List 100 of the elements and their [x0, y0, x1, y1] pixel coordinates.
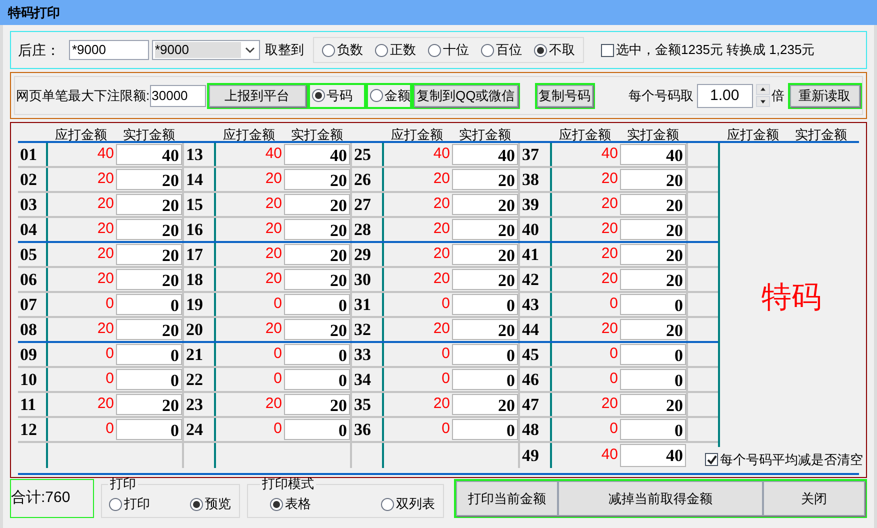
checkbox[interactable]: 选中，金额1235元 转换成 1,235元: [601, 40, 815, 60]
amount-input[interactable]: 20: [452, 319, 518, 340]
amount-input[interactable]: 20: [116, 394, 182, 415]
radio-button[interactable]: 表格: [270, 494, 311, 514]
multiplier-label: 每个号码取: [628, 86, 694, 105]
amount-input[interactable]: 20: [620, 169, 686, 190]
banker-select[interactable]: *9000: [152, 40, 260, 60]
amount-input[interactable]: 0: [620, 369, 686, 390]
amount-input[interactable]: 20: [116, 169, 182, 190]
amount-input[interactable]: 0: [452, 369, 518, 390]
copy-button[interactable]: 复制到QQ或微信: [414, 84, 518, 106]
number-label: 27: [354, 194, 371, 216]
amount-input[interactable]: 0: [116, 419, 182, 440]
amount-input[interactable]: 40: [452, 144, 518, 165]
number-label: 36: [354, 418, 371, 441]
amount-input[interactable]: 20: [284, 244, 350, 265]
radio-button[interactable]: 打印: [109, 494, 150, 514]
action-button[interactable]: 打印当前金额: [456, 481, 558, 516]
amount-input[interactable]: 20: [620, 194, 686, 215]
radio-button[interactable]: 双列表: [381, 494, 435, 514]
number-label: 08: [20, 318, 37, 341]
total-label: 合计:760: [11, 488, 70, 508]
due-amount: 0: [610, 344, 618, 364]
amount-input[interactable]: 0: [620, 419, 686, 440]
radio-button[interactable]: 正数: [375, 40, 416, 60]
amount-input[interactable]: 20: [452, 169, 518, 190]
amount-input[interactable]: 20: [620, 319, 686, 340]
amount-input[interactable]: 0: [116, 294, 182, 315]
number-label: 17: [186, 244, 203, 266]
report-button[interactable]: 上报到平台: [208, 84, 306, 106]
amount-input[interactable]: 20: [452, 244, 518, 265]
amount-input[interactable]: 0: [620, 294, 686, 315]
amount-input[interactable]: 0: [284, 419, 350, 440]
copy-numbers-button[interactable]: 复制号码: [536, 84, 593, 106]
limit-input[interactable]: 30000: [150, 84, 206, 106]
due-amount: 20: [433, 394, 450, 414]
radio-button[interactable]: 百位: [481, 40, 522, 60]
amount-input[interactable]: 20: [284, 269, 350, 290]
amount-input[interactable]: 0: [620, 344, 686, 365]
amount-input[interactable]: 20: [620, 244, 686, 265]
due-amount: 0: [274, 344, 282, 364]
column-header: 实打金额: [290, 126, 344, 141]
spinner[interactable]: [756, 84, 770, 107]
amount-input[interactable]: 40: [284, 144, 350, 165]
number-label: 33: [354, 344, 371, 366]
due-amount: 20: [433, 219, 450, 240]
amount-input[interactable]: 40: [620, 144, 686, 165]
amount-input[interactable]: 20: [452, 194, 518, 215]
amount-input[interactable]: 20: [284, 219, 350, 240]
limit-label: 网页单笔最大下注限额:: [16, 86, 150, 105]
amount-input[interactable]: 20: [620, 394, 686, 415]
amount-input[interactable]: 0: [116, 369, 182, 390]
due-amount: 20: [433, 319, 450, 340]
amount-input[interactable]: 0: [452, 344, 518, 365]
due-amount: 0: [106, 294, 114, 314]
amount-input[interactable]: 0: [452, 294, 518, 315]
amount-input[interactable]: 40: [620, 444, 686, 467]
checkbox[interactable]: 每个号码平均减是否清空: [705, 450, 863, 470]
amount-input[interactable]: 0: [284, 369, 350, 390]
amount-input[interactable]: 20: [452, 219, 518, 240]
radio-button[interactable]: 预览: [190, 494, 231, 514]
amount-input[interactable]: 20: [284, 169, 350, 190]
amount-input[interactable]: 0: [452, 419, 518, 440]
times-label: 倍: [772, 86, 785, 105]
radio-button[interactable]: 负数: [322, 40, 363, 60]
amount-input[interactable]: 40: [116, 144, 182, 165]
amount-input[interactable]: 0: [284, 294, 350, 315]
amount-input[interactable]: 20: [116, 194, 182, 215]
amount-input[interactable]: 20: [116, 319, 182, 340]
due-amount: 40: [601, 144, 618, 164]
column-header: 实打金额: [458, 126, 512, 141]
amount-input[interactable]: 0: [284, 344, 350, 365]
due-amount: 20: [601, 169, 618, 190]
amount-input[interactable]: 0: [116, 344, 182, 365]
due-amount: 20: [265, 219, 282, 240]
number-label: 24: [186, 418, 203, 441]
amount-input[interactable]: 20: [452, 269, 518, 290]
amount-input[interactable]: 20: [452, 394, 518, 415]
amount-input[interactable]: 20: [284, 194, 350, 215]
due-amount: 0: [106, 419, 114, 440]
banker-input[interactable]: *9000: [69, 40, 149, 60]
amount-input[interactable]: 20: [116, 269, 182, 290]
amount-input[interactable]: 20: [620, 219, 686, 240]
action-button[interactable]: 减掉当前取得金额: [558, 481, 763, 516]
action-button[interactable]: 关闭: [763, 481, 865, 516]
amount-input[interactable]: 20: [116, 219, 182, 240]
amount-input[interactable]: 20: [284, 319, 350, 340]
amount-input[interactable]: 20: [620, 269, 686, 290]
due-amount: 20: [97, 394, 114, 414]
amount-input[interactable]: 20: [116, 244, 182, 265]
radio-button[interactable]: 十位: [428, 40, 469, 60]
radio-button[interactable]: 不取: [534, 40, 575, 60]
number-label: 41: [522, 244, 539, 266]
amount-input[interactable]: 20: [284, 394, 350, 415]
reload-button[interactable]: 重新读取: [790, 84, 860, 106]
number-label: 16: [186, 218, 203, 241]
number-label: 04: [20, 218, 37, 241]
multiplier-input[interactable]: 1.00: [696, 84, 753, 108]
number-label: 21: [186, 344, 203, 366]
caret-icon: [244, 46, 256, 54]
